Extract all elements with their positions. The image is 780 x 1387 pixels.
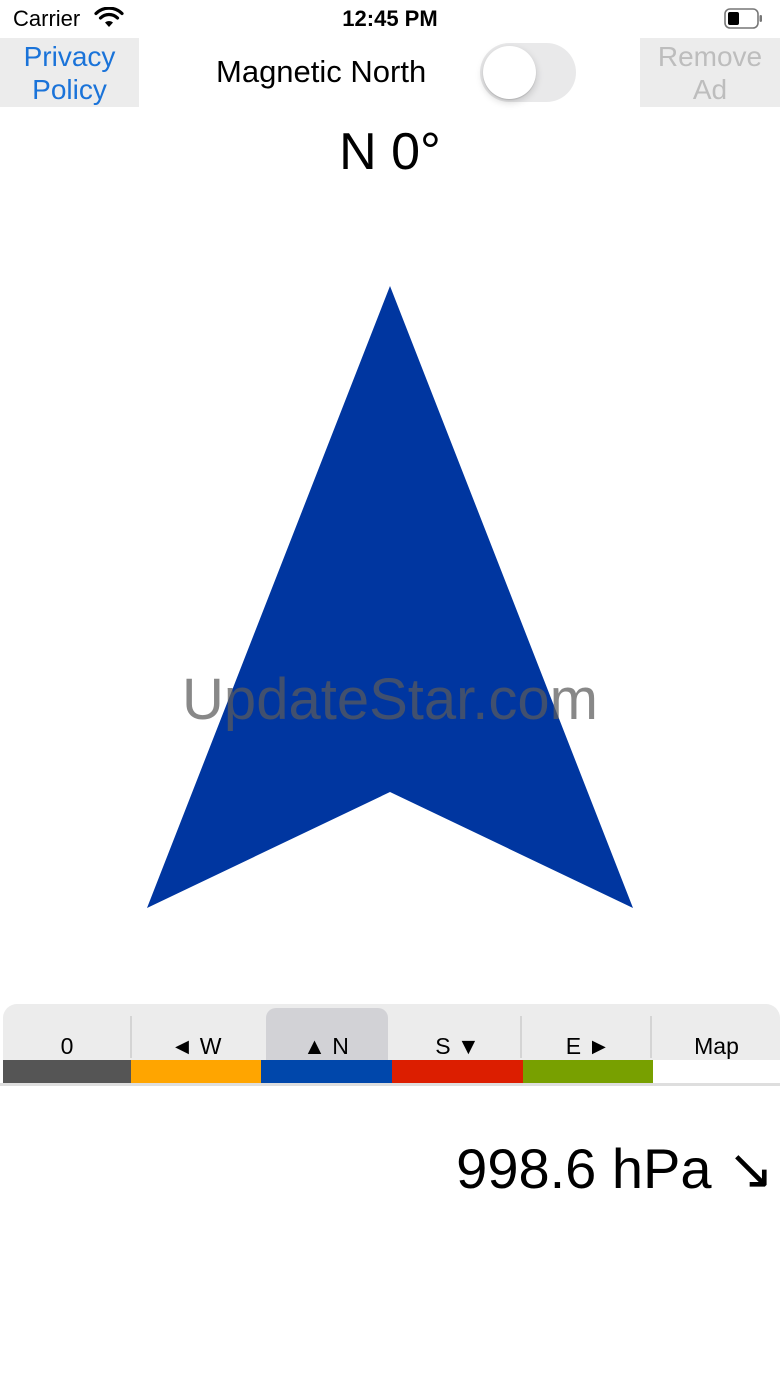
watermark: UpdateStar.com xyxy=(182,667,598,732)
segment-color-map xyxy=(653,1060,780,1084)
direction-segmented-control: 0 ◄ W ▲ N S ▼ E ► Map xyxy=(3,1004,780,1084)
segment-color-west xyxy=(131,1060,261,1084)
segment-bottom-border xyxy=(0,1083,780,1086)
segment-color-north xyxy=(261,1060,392,1084)
segment-color-east xyxy=(523,1060,653,1084)
segment-divider xyxy=(650,1016,652,1058)
segment-label: Map xyxy=(694,1033,739,1059)
segment-map[interactable]: Map xyxy=(653,1004,780,1060)
segment-label: ◄ W xyxy=(170,1033,222,1059)
segment-divider xyxy=(130,1016,132,1058)
segment-color-zero xyxy=(3,1060,131,1084)
pressure-readout: 998.6 hPa ↘ xyxy=(456,1137,774,1200)
segment-east[interactable]: E ► xyxy=(523,1004,653,1060)
segment-divider xyxy=(520,1016,522,1058)
segment-zero[interactable]: 0 xyxy=(3,1004,131,1060)
segment-north[interactable]: ▲ N xyxy=(261,1004,391,1060)
segment-color-south xyxy=(392,1060,523,1084)
segment-label: S ▼ xyxy=(435,1033,480,1059)
compass-screen: Carrier 12:45 PM Privacy Policy Magnetic… xyxy=(0,0,780,1387)
segment-label: 0 xyxy=(60,1033,74,1059)
segment-label: ▲ N xyxy=(303,1033,349,1059)
segment-west[interactable]: ◄ W xyxy=(131,1004,261,1060)
segment-label: E ► xyxy=(565,1033,611,1059)
segment-south[interactable]: S ▼ xyxy=(392,1004,523,1060)
